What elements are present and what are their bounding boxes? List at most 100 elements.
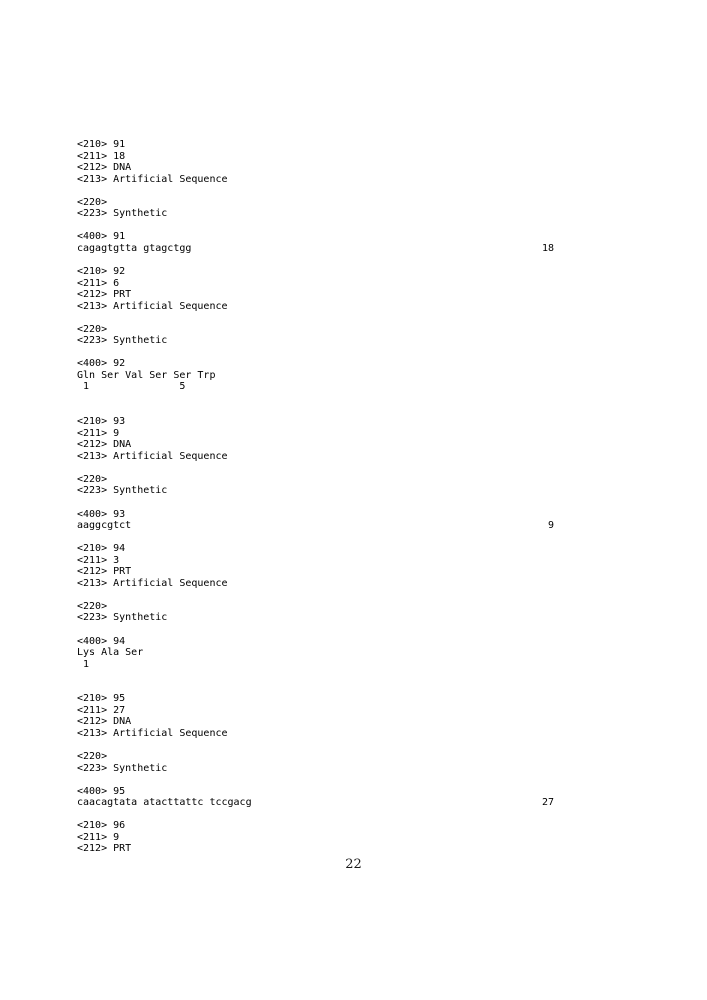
listing-line: <400> 91	[77, 231, 557, 243]
listing-line	[77, 405, 557, 417]
listing-line	[77, 347, 557, 359]
listing-line: <223> Synthetic	[77, 763, 557, 775]
listing-line	[77, 589, 557, 601]
line-text: <212> PRT	[77, 843, 132, 855]
listing-line: <223> Synthetic	[77, 612, 557, 624]
listing-line	[77, 670, 557, 682]
line-text: <211> 6	[77, 277, 120, 289]
listing-line	[77, 254, 557, 266]
line-text: <400> 91	[77, 231, 126, 243]
line-text: Lys Ala Ser	[77, 647, 144, 659]
line-text: <212> PRT	[77, 566, 132, 578]
listing-line	[77, 774, 557, 786]
sequence-length-count: 18	[541, 242, 554, 254]
listing-line: <213> Artificial Sequence	[77, 301, 557, 313]
line-text: <223> Synthetic	[77, 335, 168, 347]
line-text: <210> 95	[77, 693, 126, 705]
line-text: <211> 27	[77, 704, 126, 716]
listing-line: <212> PRT	[77, 843, 557, 855]
line-text: <210> 92	[77, 266, 126, 278]
sequence-block: <210> 92 <211> 6 <212> PRT <213> Artificial…	[77, 254, 557, 393]
listing-line: <211> 18	[77, 151, 557, 163]
listing-line: <212> DNA	[77, 716, 557, 728]
listing-line: <213> Artificial Sequence	[77, 451, 557, 463]
line-text: <400> 93	[77, 508, 126, 520]
listing-line: <220>	[77, 324, 557, 336]
line-text: <210> 93	[77, 416, 126, 428]
listing-line: 1 5	[77, 381, 557, 393]
sequence-length-count: 27	[541, 797, 554, 809]
listing-line	[77, 312, 557, 324]
listing-line: Gln Ser Val Ser Ser Trp	[77, 370, 557, 382]
sequence-listing-body: <210> 91 <211> 18 <212> DNA <213> Artificia…	[77, 139, 557, 855]
sequence-line: caacagtata atacttattc tccgacg 27	[77, 797, 557, 809]
sequence-length-count: 9	[547, 520, 554, 532]
line-text: <223> Synthetic	[77, 762, 168, 774]
line-text: <212> DNA	[77, 716, 132, 728]
line-text: 1 5	[77, 381, 186, 393]
listing-line: <400> 93	[77, 509, 557, 521]
line-text: 1	[77, 658, 90, 670]
line-text: <220>	[77, 323, 108, 335]
listing-line: <210> 95	[77, 693, 557, 705]
listing-line: <212> PRT	[77, 289, 557, 301]
sequence-line: cagagtgtta gtagctgg 18	[77, 243, 557, 255]
line-text: <213> Artificial Sequence	[77, 450, 228, 462]
listing-line: <210> 94	[77, 543, 557, 555]
listing-line: <211> 3	[77, 555, 557, 567]
listing-line: <212> DNA	[77, 162, 557, 174]
listing-line: <220>	[77, 601, 557, 613]
line-text: <400> 95	[77, 785, 126, 797]
listing-line: <210> 93	[77, 416, 557, 428]
listing-line	[77, 393, 557, 405]
listing-line: <400> 94	[77, 636, 557, 648]
sequence-block: <210> 91 <211> 18 <212> DNA <213> Artificia…	[77, 139, 557, 254]
sequence-block: <210> 96 <211> 9 <212> PRT	[77, 809, 557, 855]
line-text: <211> 9	[77, 831, 120, 843]
listing-line: <220>	[77, 474, 557, 486]
line-text: <211> 18	[77, 150, 126, 162]
line-text: <210> 94	[77, 543, 126, 555]
listing-line: <213> Artificial Sequence	[77, 174, 557, 186]
listing-line: <213> Artificial Sequence	[77, 728, 557, 740]
listing-line	[77, 809, 557, 821]
listing-line: <210> 96	[77, 820, 557, 832]
line-text: <212> DNA	[77, 162, 132, 174]
line-text: <223> Synthetic	[77, 485, 168, 497]
listing-line	[77, 497, 557, 509]
listing-line	[77, 624, 557, 636]
line-text: <211> 3	[77, 554, 120, 566]
listing-line: <211> 27	[77, 705, 557, 717]
line-text: Gln Ser Val Ser Ser Trp	[77, 369, 216, 381]
listing-line: <211> 6	[77, 278, 557, 290]
listing-line: <212> DNA	[77, 439, 557, 451]
listing-line	[77, 220, 557, 232]
line-text: <212> PRT	[77, 289, 132, 301]
listing-line: <400> 95	[77, 786, 557, 798]
listing-line: 1	[77, 659, 557, 671]
line-text: <223> Synthetic	[77, 612, 168, 624]
listing-line	[77, 682, 557, 694]
line-text: <212> DNA	[77, 439, 132, 451]
line-text: <220>	[77, 473, 108, 485]
sequence-block: <210> 95 <211> 27 <212> DNA <213> Artificia…	[77, 670, 557, 809]
sequence-block: <210> 93 <211> 9 <212> DNA <213> Artificial…	[77, 393, 557, 532]
listing-line	[77, 185, 557, 197]
line-text: <213> Artificial Sequence	[77, 173, 228, 185]
listing-line: <220>	[77, 751, 557, 763]
page-number: 22	[345, 857, 362, 872]
line-text: <213> Artificial Sequence	[77, 727, 228, 739]
sequence-line: aaggcgtct 9	[77, 520, 557, 532]
listing-line: <211> 9	[77, 428, 557, 440]
listing-line: <210> 92	[77, 266, 557, 278]
line-text: <400> 94	[77, 635, 126, 647]
listing-line: <400> 92	[77, 358, 557, 370]
listing-line: <212> PRT	[77, 566, 557, 578]
listing-line: Lys Ala Ser	[77, 647, 557, 659]
line-text: <223> Synthetic	[77, 208, 168, 220]
line-text: <220>	[77, 750, 108, 762]
line-text: <211> 9	[77, 427, 120, 439]
line-text: <210> 91	[77, 139, 126, 150]
listing-line	[77, 462, 557, 474]
line-text: <220>	[77, 600, 108, 612]
